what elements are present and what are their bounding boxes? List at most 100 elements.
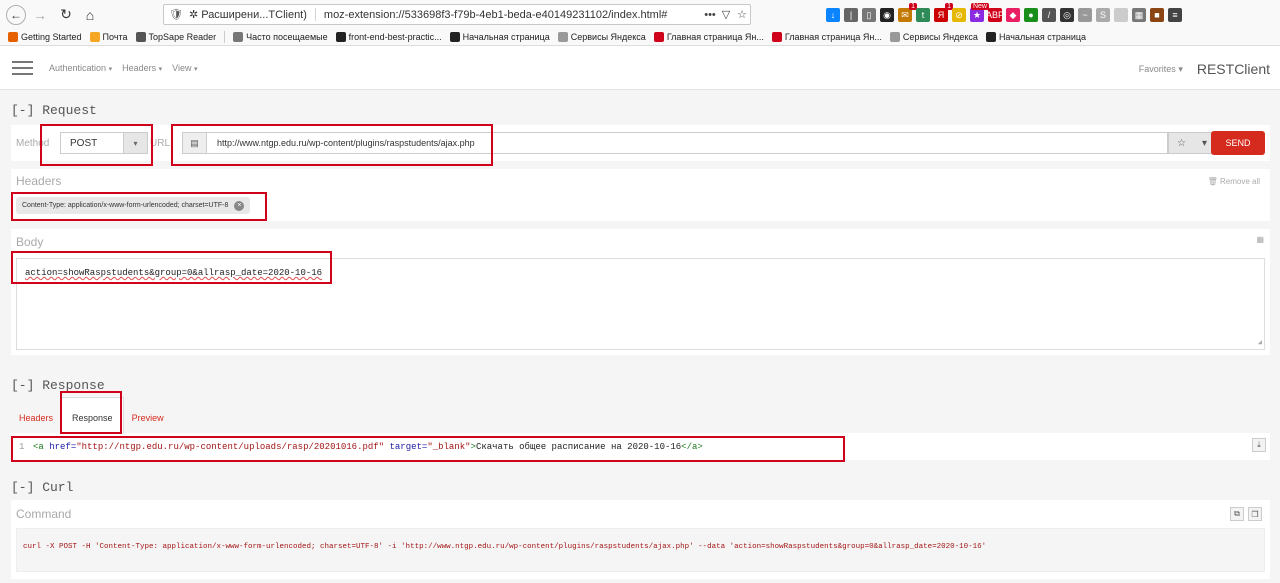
menu-icon[interactable]: ≡ bbox=[1168, 8, 1182, 22]
translate-icon[interactable]: t bbox=[916, 8, 930, 22]
favorites-menu[interactable]: Favorites ▾ bbox=[1139, 64, 1183, 75]
code-tag-open: <a bbox=[33, 442, 44, 452]
eyedropper-icon[interactable]: / bbox=[1042, 8, 1056, 22]
menu-headers[interactable]: Headers ▾ bbox=[122, 63, 162, 73]
line-number: 1 bbox=[19, 442, 25, 452]
tab-response[interactable]: Response bbox=[61, 397, 124, 433]
bookmark-item[interactable]: Главная страница Ян... bbox=[653, 32, 764, 42]
copy-icon[interactable]: ⧉ bbox=[1230, 507, 1244, 521]
bookmark-item[interactable]: Getting Started bbox=[8, 32, 82, 42]
bookmark-label: Getting Started bbox=[21, 32, 82, 42]
grid-icon[interactable]: ▦ bbox=[1256, 235, 1264, 244]
method-select[interactable]: POST ▾ bbox=[60, 132, 148, 154]
url-input[interactable]: ▤ http://www.ntgp.edu.ru/wp-content/plug… bbox=[182, 132, 1168, 154]
app-menu: Authentication ▾ Headers ▾ View ▾ bbox=[49, 63, 198, 73]
download-icon[interactable]: ↓ bbox=[826, 8, 840, 22]
tab-preview[interactable]: Preview bbox=[124, 397, 172, 433]
url-value: http://www.ntgp.edu.ru/wp-content/plugin… bbox=[217, 138, 475, 148]
addon-icons: ↓ | ▯ ◉ ✉ 1 t Я1 ⊘ ★ New ABP ◆ ● / ◎ ~ S ▦… bbox=[826, 3, 1182, 25]
address-bar[interactable]: 🛡 ✲ Расширени...TClient) moz-extension:/… bbox=[163, 4, 751, 25]
yandex-addon-icon[interactable]: Я1 bbox=[934, 3, 953, 22]
bookmark-star-icon[interactable]: ☆ bbox=[734, 8, 750, 21]
reload-icon[interactable]: ↻ bbox=[56, 5, 76, 25]
command-title: Command bbox=[16, 507, 72, 521]
bookmark-favicon-icon bbox=[8, 32, 18, 42]
bookmark-item[interactable]: Главная страница Ян... bbox=[771, 32, 882, 42]
code-attr-target: target= bbox=[389, 442, 428, 452]
response-section-title[interactable]: [-] Response bbox=[11, 378, 105, 393]
bookmark-favicon-icon bbox=[889, 32, 900, 42]
send-button[interactable]: SEND bbox=[1211, 131, 1265, 155]
adblock-icon[interactable]: ABP bbox=[986, 8, 1004, 22]
code-target-value: "_blank" bbox=[427, 442, 471, 452]
bookmark-favicon-icon bbox=[89, 32, 100, 42]
browser-toolbar: ← → ↻ ⌂ 🛡 ✲ Расширени...TClient) moz-ext… bbox=[0, 0, 1280, 29]
pocket-icon[interactable]: ▽ bbox=[718, 8, 734, 21]
bookmark-item[interactable]: Часто посещаемые bbox=[233, 32, 328, 42]
request-section-title[interactable]: [-] Request bbox=[11, 103, 97, 118]
curl-section-title[interactable]: [-] Curl bbox=[11, 480, 73, 495]
extension-identity[interactable]: ✲ Расширени...TClient) bbox=[189, 8, 316, 21]
clipboard-icon[interactable]: ❐ bbox=[1248, 507, 1262, 521]
color-picker-icon[interactable]: ◆ bbox=[1006, 8, 1020, 22]
account-icon[interactable]: ◉ bbox=[880, 8, 894, 22]
caret-down-icon: ▾ bbox=[158, 66, 163, 73]
caret-down-icon: ▾ bbox=[108, 66, 113, 73]
bookmark-favicon-icon bbox=[985, 32, 996, 42]
brand-title: RESTClient bbox=[1196, 61, 1270, 77]
bookmark-item[interactable]: Начальная страница bbox=[449, 32, 550, 42]
method-value: POST bbox=[70, 137, 98, 149]
bookmark-item[interactable]: Начальная страница bbox=[985, 32, 1086, 42]
hamburger-icon[interactable] bbox=[12, 61, 33, 75]
brown-addon-icon[interactable]: ■ bbox=[1150, 8, 1164, 22]
bookmark-item[interactable]: Почта bbox=[89, 32, 128, 42]
noscript-icon[interactable]: ⊘ bbox=[952, 8, 966, 22]
grid-addon-icon[interactable]: ▦ bbox=[1132, 8, 1146, 22]
header-chip-text: Content-Type: application/x-www-form-url… bbox=[22, 202, 229, 209]
bookmark-item[interactable]: Сервисы Яндекса bbox=[889, 32, 978, 42]
library-icon[interactable]: | bbox=[844, 8, 858, 22]
blank-addon-icon[interactable] bbox=[1114, 8, 1128, 22]
bookmark-favicon-icon bbox=[653, 32, 664, 42]
shield-icon: 🛡 bbox=[169, 9, 183, 21]
bookmark-item[interactable]: front-end-best-practic... bbox=[335, 32, 442, 42]
bookmark-item[interactable]: Сервисы Яндекса bbox=[557, 32, 646, 42]
privacy-addon-icon[interactable]: ◎ bbox=[1060, 8, 1074, 22]
back-arrow-icon[interactable]: ← bbox=[6, 4, 26, 25]
close-icon[interactable]: × bbox=[234, 200, 245, 211]
home-icon[interactable]: ⌂ bbox=[80, 5, 100, 25]
bookmark-item[interactable]: TopSape Reader bbox=[135, 32, 216, 42]
tab-headers[interactable]: Headers bbox=[11, 397, 61, 433]
brush-icon[interactable]: ~ bbox=[1078, 8, 1092, 22]
url-label: URL bbox=[150, 138, 171, 149]
forward-arrow-icon[interactable]: → bbox=[30, 5, 50, 25]
sidebar-icon[interactable]: ▯ bbox=[862, 8, 876, 22]
new-addon-icon[interactable]: ★ New bbox=[970, 3, 989, 22]
code-tag-close: </a> bbox=[681, 442, 703, 452]
chevron-down-icon: ▾ bbox=[123, 133, 147, 153]
mail-addon-icon[interactable]: ✉ 1 bbox=[898, 3, 917, 22]
bookmark-label: Часто посещаемые bbox=[246, 32, 328, 42]
s-addon-icon[interactable]: S bbox=[1096, 8, 1110, 22]
bookmark-favicon-icon bbox=[771, 32, 782, 42]
page-actions-icon[interactable]: ••• bbox=[702, 9, 718, 21]
menu-view[interactable]: View ▾ bbox=[172, 63, 197, 73]
menu-authentication[interactable]: Authentication ▾ bbox=[49, 63, 112, 73]
response-tabs: Headers Response Preview bbox=[11, 395, 172, 433]
body-text: action=showRaspstudents&group=0&allrasp_… bbox=[25, 268, 323, 278]
code-href-value[interactable]: "http://ntgp.edu.ru/wp-content/uploads/r… bbox=[76, 442, 384, 452]
code-link-text: Скачать общее расписание на 2020-10-16 bbox=[475, 442, 682, 452]
bookmark-favicon-icon bbox=[335, 32, 346, 42]
resize-handle-icon[interactable]: ◢ bbox=[1258, 338, 1262, 347]
favorite-request-button[interactable]: ☆ ▾ bbox=[1168, 132, 1216, 154]
download-icon[interactable]: ⤓ bbox=[1252, 438, 1266, 452]
remove-all-button[interactable]: 🗑 Remove all bbox=[1208, 177, 1260, 186]
body-textarea[interactable]: action=showRaspstudents&group=0&allrasp_… bbox=[16, 258, 1265, 350]
curl-command[interactable]: curl -X POST -H 'Content-Type: applicati… bbox=[16, 528, 1265, 572]
bookmark-favicon-icon bbox=[233, 32, 244, 42]
document-icon: ▤ bbox=[183, 133, 207, 153]
response-panel: 1 <a href="http://ntgp.edu.ru/wp-content… bbox=[11, 433, 1270, 460]
header-chip[interactable]: Content-Type: application/x-www-form-url… bbox=[16, 197, 251, 214]
status-addon-icon[interactable]: ● bbox=[1024, 8, 1038, 22]
bookmark-favicon-icon bbox=[135, 32, 146, 42]
